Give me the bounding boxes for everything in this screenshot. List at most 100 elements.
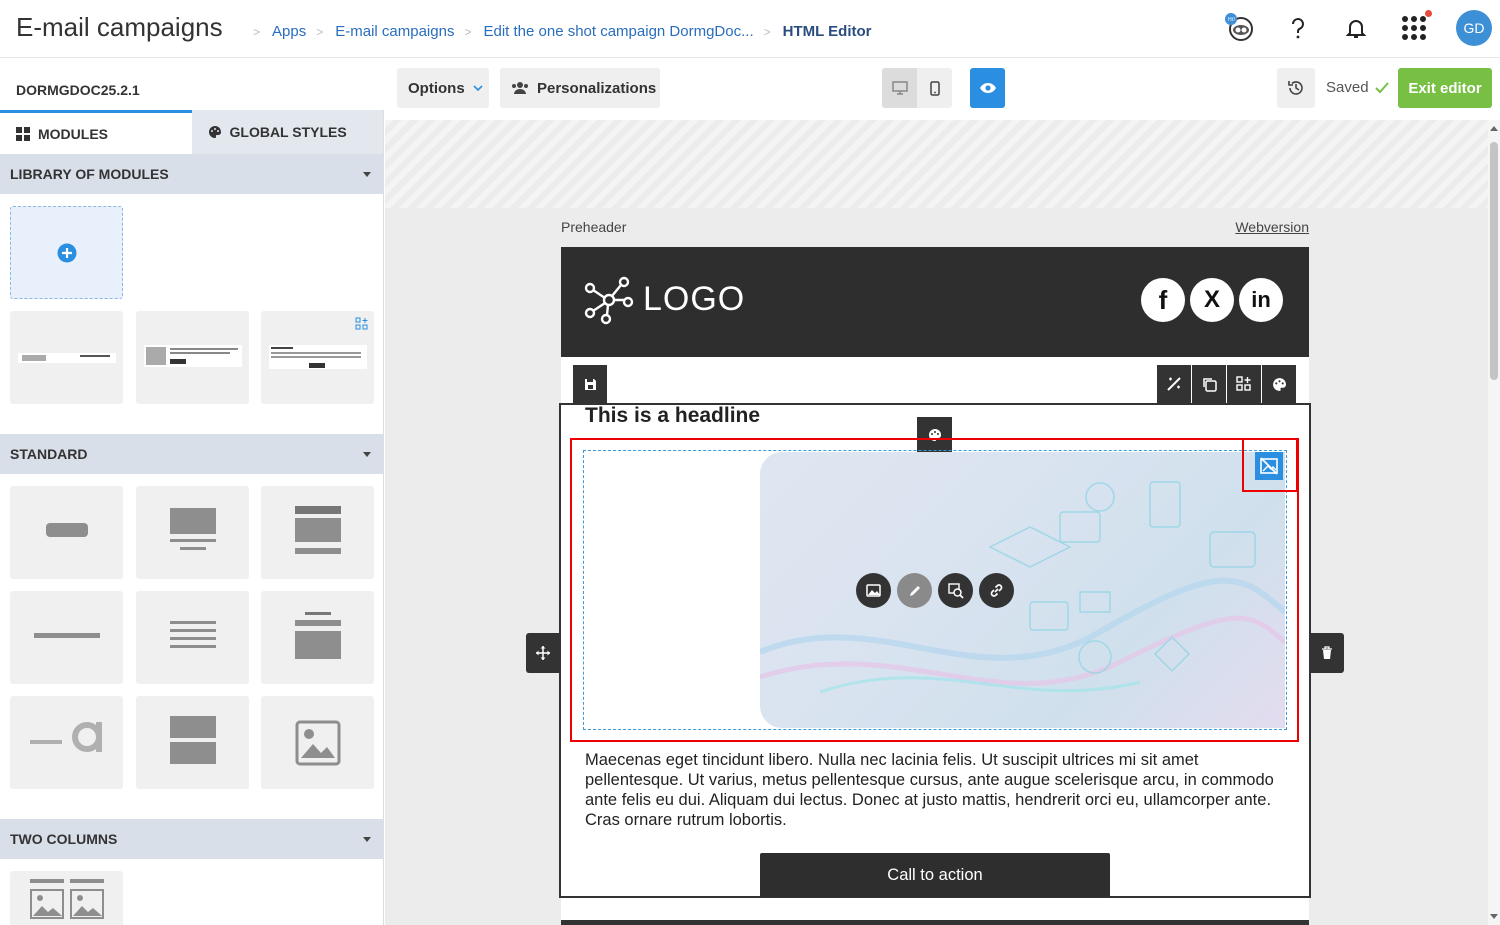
grid-icon (16, 126, 30, 141)
email-canvas: Preheader Webversion LOGO f X in This is… (385, 120, 1488, 925)
email-body-text[interactable]: Maecenas eget tincidunt libero. Nulla ne… (585, 750, 1285, 830)
personalizations-button[interactable]: Personalizations (500, 68, 660, 108)
options-button[interactable]: Options (397, 68, 489, 108)
library-grid (0, 194, 383, 434)
module-settings-button[interactable] (1157, 365, 1191, 403)
library-module-thumbnail[interactable] (261, 311, 374, 404)
section-library-of-modules[interactable]: LIBRARY OF MODULES (0, 154, 383, 194)
add-module-icon[interactable] (355, 317, 368, 330)
save-module-button[interactable] (573, 365, 607, 403)
notification-dot (1425, 10, 1432, 17)
module-two-images[interactable] (10, 871, 123, 925)
add-to-library-button[interactable] (1227, 365, 1261, 403)
image-icon (70, 889, 104, 919)
duplicate-icon (1203, 378, 1217, 392)
mobile-icon (929, 80, 940, 96)
module-text[interactable] (136, 591, 249, 684)
library-module-thumbnail[interactable] (136, 311, 249, 404)
email-footer-edge (561, 920, 1309, 925)
module-divider[interactable] (10, 591, 123, 684)
breadcrumb-edit-campaign[interactable]: Edit the one shot campaign DormgDoc... (483, 23, 753, 40)
add-module-icon (1236, 376, 1251, 391)
breadcrumb-email-campaigns[interactable]: E-mail campaigns (335, 23, 454, 40)
linkedin-icon[interactable]: in (1239, 278, 1283, 322)
email-image[interactable] (760, 452, 1285, 728)
add-module-tile[interactable] (10, 206, 123, 299)
section-two-columns[interactable]: TWO COLUMNS (0, 819, 383, 859)
caret-down-icon (363, 836, 371, 842)
module-spacer-text[interactable] (10, 696, 123, 789)
library-module-thumbnail[interactable] (10, 311, 123, 404)
breadcrumb-separator: > (253, 24, 261, 39)
replace-image-button[interactable] (856, 573, 891, 608)
module-button[interactable] (10, 486, 123, 579)
chevron-down-icon (473, 85, 483, 92)
help-icon[interactable] (1280, 10, 1316, 46)
trash-icon (1322, 646, 1332, 659)
breadcrumb-apps[interactable]: Apps (272, 23, 306, 40)
breadcrumb-html-editor: HTML Editor (782, 23, 872, 40)
logo-network-icon (584, 276, 634, 325)
floppy-disk-icon (584, 378, 596, 390)
assistant-icon[interactable]: Hi! (1222, 10, 1258, 46)
x-twitter-icon[interactable]: X (1190, 278, 1234, 322)
mobile-view-button[interactable] (917, 68, 952, 108)
scrollbar-thumb[interactable] (1490, 142, 1498, 380)
section-standard[interactable]: STANDARD (0, 434, 383, 474)
palette-icon (1272, 377, 1286, 391)
history-button[interactable] (1277, 68, 1315, 108)
module-image-text[interactable] (136, 486, 249, 579)
breadcrumb-separator: > (464, 24, 472, 39)
module-style-button[interactable] (1262, 365, 1296, 403)
call-to-action-button[interactable]: Call to action (760, 853, 1110, 897)
hide-image-button[interactable] (1255, 452, 1283, 480)
bell-icon[interactable] (1338, 10, 1374, 46)
facebook-icon[interactable]: f (1141, 278, 1185, 322)
move-module-handle[interactable] (526, 633, 560, 673)
check-icon (1374, 81, 1389, 93)
edit-image-button[interactable] (897, 573, 932, 608)
canvas-scrollbar[interactable] (1488, 120, 1500, 925)
desktop-icon (891, 81, 908, 95)
tab-global-styles[interactable]: GLOBAL STYLES (191, 110, 383, 154)
caret-down-icon (363, 171, 371, 177)
scroll-down-icon[interactable] (1489, 913, 1499, 921)
email-headline[interactable]: This is a headline (585, 404, 760, 428)
exit-editor-button[interactable]: Exit editor (1398, 68, 1492, 108)
scroll-up-icon[interactable] (1489, 124, 1499, 132)
users-icon (512, 82, 528, 94)
preview-button[interactable] (970, 68, 1005, 108)
tab-modules-label: MODULES (38, 125, 108, 142)
tab-global-styles-label: GLOBAL STYLES (229, 124, 347, 140)
magic-wand-icon (1167, 377, 1181, 391)
webversion-link[interactable]: Webversion (1235, 219, 1309, 235)
section-title: LIBRARY OF MODULES (10, 166, 169, 182)
module-title-image-text[interactable] (261, 486, 374, 579)
campaign-code: DORMGDOC25.2.1 (16, 82, 140, 98)
image-icon (295, 720, 340, 765)
image-search-icon (947, 582, 964, 599)
duplicate-module-button[interactable] (1192, 365, 1226, 403)
svg-text:Hi!: Hi! (1228, 17, 1235, 23)
delete-module-button[interactable] (1310, 633, 1344, 673)
apps-grid-icon[interactable] (1396, 10, 1432, 46)
email-header[interactable]: LOGO f X in (561, 247, 1309, 357)
section-title: TWO COLUMNS (10, 831, 118, 847)
link-icon (990, 584, 1003, 597)
section-title: STANDARD (10, 446, 88, 462)
modules-sidebar: MODULES GLOBAL STYLES LIBRARY OF MODULES (0, 110, 384, 925)
image-search-button[interactable] (938, 573, 973, 608)
saved-label: Saved (1326, 79, 1369, 96)
desktop-view-button[interactable] (882, 68, 917, 108)
canvas-hatched-area (385, 120, 1488, 208)
image-link-button[interactable] (979, 573, 1014, 608)
module-image[interactable] (261, 696, 374, 789)
preheader[interactable]: Preheader (561, 219, 626, 235)
two-columns-grid (0, 859, 383, 925)
avatar[interactable]: GD (1456, 10, 1492, 46)
module-two-blocks[interactable] (136, 696, 249, 789)
standard-grid (0, 474, 383, 819)
history-icon (1288, 81, 1303, 95)
tab-modules[interactable]: MODULES (0, 110, 192, 154)
module-title-text-block[interactable] (261, 591, 374, 684)
